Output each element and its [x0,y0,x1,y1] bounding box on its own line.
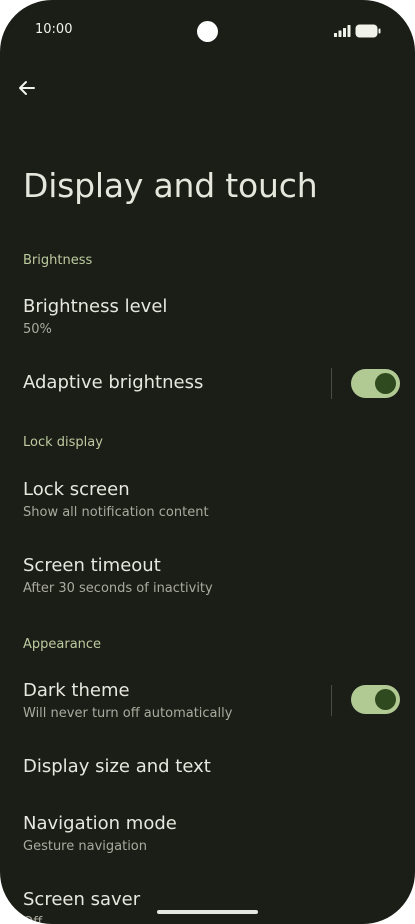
adaptive-brightness-title: Adaptive brightness [23,372,204,393]
adaptive-brightness-item[interactable]: Adaptive brightness [0,358,415,410]
brightness-level-summary: 50% [23,322,52,337]
navigation-mode-summary: Gesture navigation [23,839,148,854]
camera-cutout [197,21,218,42]
dark-theme-switch[interactable] [351,685,400,714]
status-bar: 10:00 [0,0,415,64]
section-header-appearance: Appearance [23,637,102,652]
lock-screen-item[interactable]: Lock screen Show all notification conten… [0,468,415,530]
switch-thumb [375,373,396,394]
navigation-mode-title: Navigation mode [23,813,177,834]
brightness-level-item[interactable]: Brightness level 50% [0,286,415,348]
phone-screen: 10:00 Display and touch Brightness Brigh… [0,0,415,924]
dark-theme-title: Dark theme [23,680,130,701]
section-header-brightness: Brightness [23,253,93,268]
screen-timeout-item[interactable]: Screen timeout After 30 seconds of inact… [0,544,415,606]
screen-timeout-summary: After 30 seconds of inactivity [23,581,213,596]
section-header-lock-display: Lock display [23,435,103,450]
screen-saver-item[interactable]: Screen saver Off [0,880,415,924]
brightness-level-title: Brightness level [23,296,168,317]
battery-icon [355,24,381,38]
lock-screen-summary: Show all notification content [23,505,209,520]
screen-saver-title: Screen saver [23,889,141,910]
display-size-item[interactable]: Display size and text [0,746,415,794]
home-indicator[interactable] [157,910,258,914]
switch-thumb [375,689,396,710]
switch-divider [331,685,332,716]
back-button[interactable] [14,76,40,100]
status-time: 10:00 [35,22,73,37]
arrow-back-icon [19,81,35,95]
screen-timeout-title: Screen timeout [23,555,161,576]
lock-screen-title: Lock screen [23,479,130,500]
switch-divider [331,368,332,399]
dark-theme-summary: Will never turn off automatically [23,706,233,721]
navigation-mode-item[interactable]: Navigation mode Gesture navigation [0,803,415,865]
signal-icon [334,25,351,37]
adaptive-brightness-switch[interactable] [351,369,400,398]
display-size-title: Display size and text [23,756,211,777]
dark-theme-item[interactable]: Dark theme Will never turn off automatic… [0,670,415,732]
page-title: Display and touch [23,166,318,205]
screen-saver-summary: Off [23,915,43,924]
